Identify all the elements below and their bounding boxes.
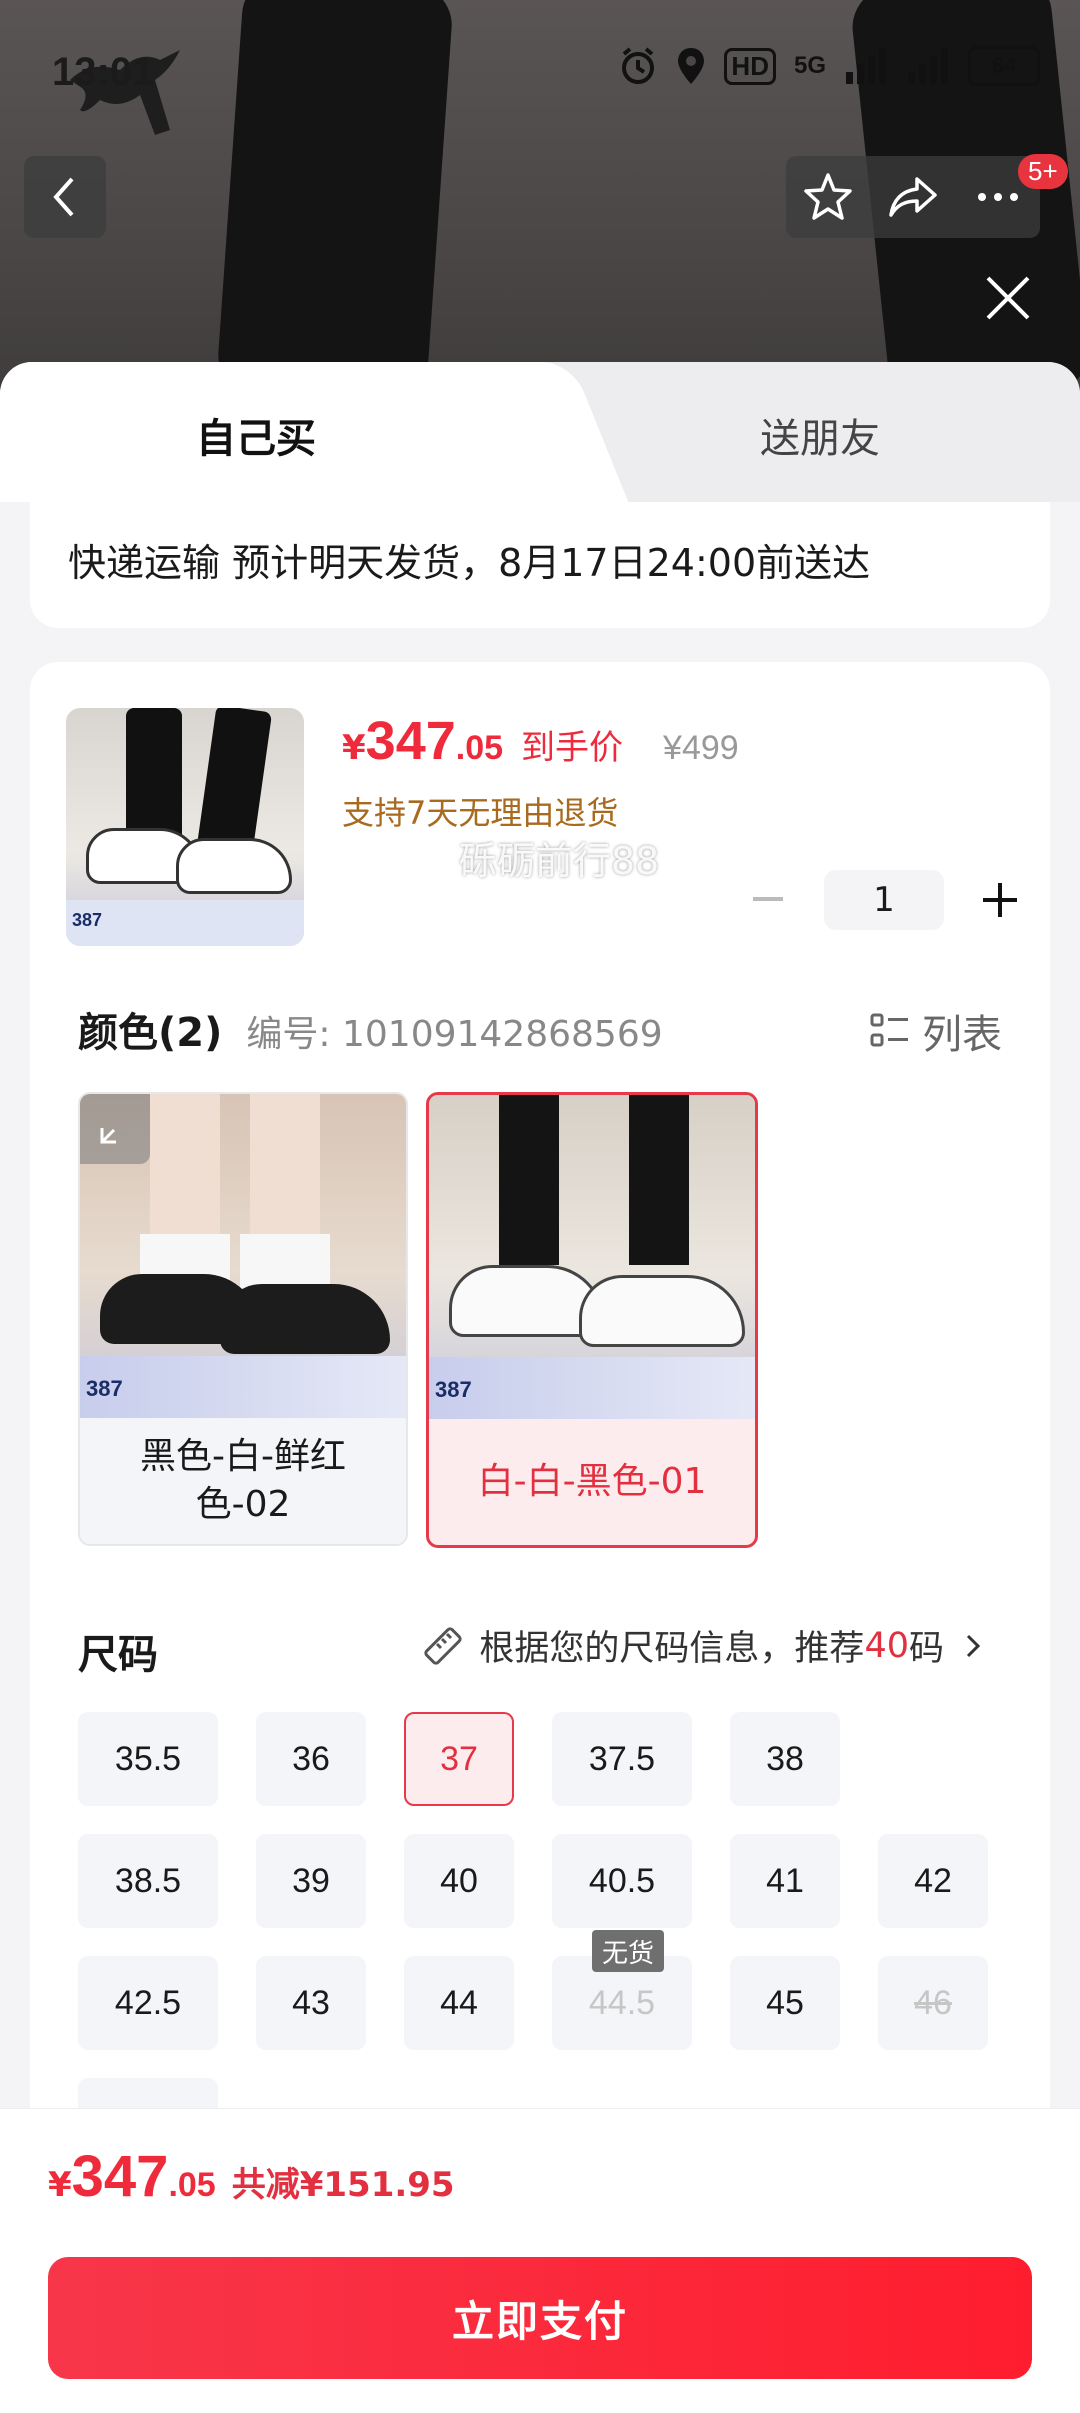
size-option-selected[interactable]: 37 [404,1712,514,1806]
total-currency: ¥ [48,2165,72,2205]
product-code: 编号: 10109142868569 [246,1014,663,1055]
color-variant-white[interactable]: 387 白-白-黑色-01 [426,1092,758,1548]
list-icon [870,1013,908,1047]
size-title: 尺码 [78,1632,158,1678]
size-option[interactable]: 38.5 [78,1834,218,1928]
original-price: ¥499 [663,729,739,767]
expand-icon[interactable] [80,1094,150,1164]
signal-icon-2 [908,48,948,84]
color-section-header: 颜色(2) 编号: 10109142868569 [78,1000,663,1058]
size-option[interactable]: 40 [404,1834,514,1928]
size-option[interactable]: 40.5 [552,1834,692,1928]
size-option[interactable]: 44 [404,1956,514,2050]
total-price-row: ¥ 347 .05 共减¥151.95 [48,2143,455,2210]
price-row: ¥ 347 .05 到手价 ¥499 [342,710,739,772]
chevron-left-icon [53,177,74,217]
price-currency: ¥ [342,728,366,768]
expand-arrow-icon [100,1128,116,1144]
back-button[interactable] [24,156,106,238]
quantity-increase-button[interactable] [970,870,1030,930]
variant-label: 黑色-白-鲜红色-02 [140,1436,346,1525]
image-watermark: 砾砺前行88 [458,839,660,883]
status-time: 13:01 [52,50,155,94]
size-option[interactable]: 43 [256,1956,366,2050]
battery-level: 64 [991,53,1017,78]
size-rec-value: 40 [864,1625,909,1666]
variant-leg [499,1095,559,1265]
tab-gift-label[interactable]: 送朋友 [760,406,880,464]
size-option[interactable]: 45 [730,1956,840,2050]
list-toggle-label: 列表 [922,1012,1002,1058]
status-bar: 13:01 HD 5G 64 [0,0,1080,140]
thumb-shoe-right [176,838,292,894]
size-option[interactable]: 37.5 [552,1712,692,1806]
variant-promo-strip: 387 [429,1357,755,1419]
variant-image: 387 [429,1095,755,1419]
variant-shoe [579,1275,745,1347]
product-thumbnail[interactable]: 387 [66,708,304,946]
price-label: 到手价 [521,728,624,768]
variant-leg [250,1094,320,1244]
size-option[interactable]: 42 [878,1834,988,1928]
purchase-sheet: 自己买 送朋友 快递运输 预计明天发货，8月17日24:00前送达 387 ¥ … [0,362,1080,2412]
size-rec-prefix: 根据您的尺码信息，推荐 [479,1629,865,1669]
out-of-stock-tag: 无货 [592,1930,664,1972]
more-icon[interactable] [970,169,1026,225]
total-decimal: .05 [168,2166,216,2204]
total-integer: 347 [71,2144,169,2209]
variant-label: 白-白-黑色-01 [477,1461,707,1502]
location-icon [678,48,705,84]
star-icon[interactable] [800,169,856,225]
header-actions [786,156,1040,238]
pay-now-button[interactable]: 立即支付 [48,2257,1032,2379]
size-recommendation[interactable]: 根据您的尺码信息，推荐 40 码 [421,1620,1002,1671]
size-option[interactable]: 42.5 [78,1956,218,2050]
variant-promo-price: 387 [435,1377,472,1402]
quantity-stepper: 1 [738,870,1030,930]
close-icon[interactable] [978,268,1038,328]
variant-promo-price: 387 [86,1376,123,1401]
checkout-bar: ¥ 347 .05 共减¥151.95 立即支付 [0,2108,1080,2413]
return-policy: 支持7天无理由退货 [342,794,619,832]
thumb-promo-price: 387 [72,910,103,930]
size-option[interactable]: 41 [730,1834,840,1928]
quantity-value[interactable]: 1 [824,870,944,930]
plus-icon [983,883,1017,917]
variant-image: 387 [80,1094,406,1418]
thumb-promo-strip: 387 [66,900,304,946]
signal-icon [846,48,886,84]
variant-promo-strip: 387 [80,1356,406,1418]
size-option[interactable]: 38 [730,1712,840,1806]
tab-self-buy-label[interactable]: 自己买 [196,406,316,464]
hd-indicator: HD [724,47,776,85]
status-icons: HD 5G 64 [618,46,1040,86]
color-title: 颜色(2) [78,1010,223,1056]
chevron-right-icon [966,1634,981,1657]
size-option[interactable]: 36 [256,1712,366,1806]
alarm-icon [622,47,655,84]
delivery-info: 快递运输 预计明天发货，8月17日24:00前送达 [30,502,1050,628]
variant-leg [150,1094,220,1244]
size-option[interactable]: 35.5 [78,1712,218,1806]
delivery-text: 快递运输 预计明天发货，8月17日24:00前送达 [68,541,871,585]
price-integer: 347 [365,711,456,771]
variant-leg [629,1095,689,1265]
size-option-unavailable[interactable]: 46 [878,1956,988,2050]
cart-badge: 5+ [1018,154,1068,189]
minus-icon [753,897,783,901]
network-indicator: 5G [793,52,826,79]
variant-shoe [220,1284,390,1354]
size-option[interactable]: 39 [256,1834,366,1928]
list-view-toggle[interactable]: 列表 [870,1002,1002,1060]
color-variant-black[interactable]: 387 黑色-白-鲜红色-02 [78,1092,408,1546]
quantity-decrease-button[interactable] [738,870,798,930]
price-decimal: .05 [455,729,504,767]
purchase-tabs: 自己买 送朋友 [0,362,1080,502]
share-icon[interactable] [885,169,941,225]
ruler-icon [424,1626,463,1665]
size-rec-suffix: 码 [908,1629,944,1669]
total-discount: 共减¥151.95 [231,2165,455,2205]
battery-indicator: 64 [968,46,1040,86]
